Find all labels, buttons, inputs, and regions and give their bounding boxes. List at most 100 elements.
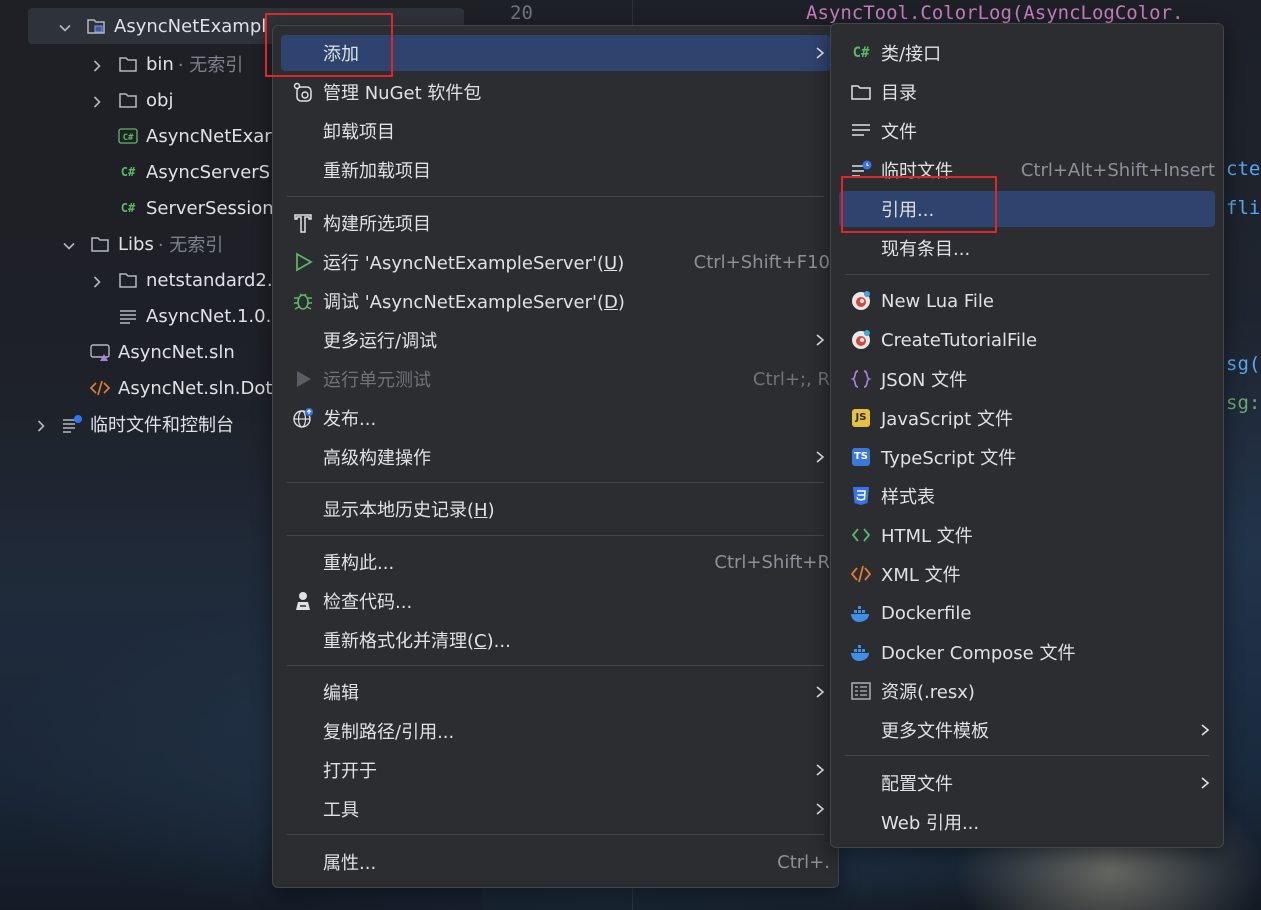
menu-item-debug[interactable]: 调试 'AsyncNetExampleServer'(D) [281, 283, 830, 319]
menu-item-publish[interactable]: 发布... [281, 400, 830, 436]
tree-item-cs-file[interactable]: C# AsyncNetExar [118, 118, 272, 154]
menu-item-properties[interactable]: 属性... Ctrl+. [281, 844, 830, 880]
csharp-file-icon: C# [120, 165, 136, 179]
chevron-right-icon[interactable] [90, 57, 104, 72]
folder-icon [118, 90, 138, 110]
folder-icon [118, 54, 138, 74]
submenu-item-xml[interactable]: XML 文件 [839, 556, 1215, 592]
tree-item-cs-file[interactable]: C# AsyncServerS [118, 154, 270, 190]
solution-icon [90, 342, 110, 362]
tree-item-cs-file[interactable]: C# ServerSession [118, 190, 274, 226]
menu-item-label: 工具 [323, 800, 359, 821]
code-fragment: sg( [1226, 353, 1261, 375]
submenu-item-dockerfile[interactable]: Dockerfile [839, 595, 1215, 631]
chevron-right-icon [816, 803, 825, 815]
menu-item-reload[interactable]: 重新加载项目 [281, 152, 830, 188]
submenu-item-lua[interactable]: New Lua File [839, 283, 1215, 319]
tree-item-libs[interactable]: Libs · 无索引 [62, 226, 223, 262]
submenu-item-config[interactable]: 配置文件 [839, 765, 1215, 801]
menu-item-more-run[interactable]: 更多运行/调试 [281, 322, 830, 358]
tree-item-dotsettings[interactable]: AsyncNet.sln.Dot [90, 370, 272, 406]
csharp-file-icon: C# [118, 126, 138, 146]
globe-publish-icon [291, 406, 315, 430]
menu-item-label: 属性... [323, 853, 377, 874]
chevron-right-icon [816, 451, 825, 463]
tree-item-scratches[interactable]: 临时文件和控制台 [34, 406, 234, 442]
submenu-item-resx[interactable]: 资源(.resx) [839, 673, 1215, 709]
menu-item-run-tests: 运行单元测试 Ctrl+;, R [281, 361, 830, 397]
inspector-icon [291, 589, 315, 613]
submenu-item-json[interactable]: JSON 文件 [839, 361, 1215, 397]
menu-item-open-in[interactable]: 打开于 [281, 752, 830, 788]
chevron-right-icon[interactable] [90, 93, 104, 108]
chevron-down-icon[interactable] [58, 19, 72, 33]
shortcut-label: Ctrl+. [777, 851, 830, 873]
menu-item-tools[interactable]: 工具 [281, 791, 830, 827]
menu-item-run[interactable]: 运行 'AsyncNetExampleServer'(U) Ctrl+Shift… [281, 244, 830, 280]
folder-icon [849, 80, 873, 104]
submenu-item-stylesheet[interactable]: 样式表 [839, 478, 1215, 514]
menu-item-advanced-build[interactable]: 高级构建操作 [281, 439, 830, 475]
menu-item-label: 重新格式化并清理(C)... [323, 631, 511, 652]
menu-item-edit[interactable]: 编辑 [281, 674, 830, 710]
folder-icon [90, 234, 110, 254]
chevron-down-icon[interactable] [62, 237, 76, 251]
tree-item-label: AsyncNetExampl [114, 15, 267, 37]
submenu-item-html[interactable]: HTML 文件 [839, 517, 1215, 553]
tree-item-netstandard[interactable]: netstandard2. [90, 262, 273, 298]
submenu-item-file[interactable]: 文件 [839, 113, 1215, 149]
menu-item-label: 样式表 [881, 487, 935, 508]
menu-separator [287, 482, 824, 483]
submenu-item-docker-compose[interactable]: Docker Compose 文件 [839, 634, 1215, 670]
tree-item-hint: · 无索引 [157, 235, 224, 256]
submenu-item-directory[interactable]: 目录 [839, 74, 1215, 110]
tree-item-label: netstandard2. [146, 269, 273, 291]
menu-item-label: TypeScript 文件 [881, 448, 1017, 469]
nuget-icon [291, 80, 315, 104]
menu-item-local-history[interactable]: 显示本地历史记录(H) [281, 491, 830, 527]
csharp-icon: C# [852, 45, 870, 61]
submenu-item-existing[interactable]: 现有条目... [839, 230, 1215, 266]
submenu-item-class[interactable]: C# 类/接口 [839, 35, 1215, 71]
menu-item-refactor[interactable]: 重构此... Ctrl+Shift+R [281, 544, 830, 580]
submenu-item-typescript[interactable]: TS TypeScript 文件 [839, 439, 1215, 475]
submenu-item-web-reference[interactable]: Web 引用... [839, 804, 1215, 840]
tree-item-label: obj [146, 89, 174, 111]
chevron-right-icon[interactable] [90, 273, 104, 288]
add-submenu: C# 类/接口 目录 文件 临时文件 Ctrl+Alt+Shift+Insert… [830, 23, 1224, 848]
chevron-right-icon[interactable] [34, 417, 48, 432]
menu-item-label: 配置文件 [881, 774, 953, 795]
menu-item-unload[interactable]: 卸载项目 [281, 113, 830, 149]
menu-item-label: HTML 文件 [881, 526, 973, 547]
menu-item-reformat[interactable]: 重新格式化并清理(C)... [281, 622, 830, 658]
scratch-file-icon [62, 414, 82, 434]
menu-item-label: 重新加载项目 [323, 161, 431, 182]
menu-item-nuget[interactable]: 管理 NuGet 软件包 [281, 74, 830, 110]
code-fragment: sg: [1226, 392, 1261, 414]
code-line: AsyncTool.ColorLog(AsyncLogColor. [806, 2, 1184, 24]
menu-item-copy-path[interactable]: 复制路径/引用... [281, 713, 830, 749]
text-file-icon [849, 119, 873, 143]
submenu-item-more-templates[interactable]: 更多文件模板 [839, 712, 1215, 748]
shortcut-label: Ctrl+Shift+F10 [693, 251, 830, 273]
code-fragment: cte [1226, 158, 1261, 180]
menu-item-build[interactable]: 构建所选项目 [281, 205, 830, 241]
line-number: 20 [510, 2, 533, 24]
menu-item-label: JavaScript 文件 [881, 409, 1013, 430]
chevron-right-icon [816, 686, 825, 698]
run-icon [291, 250, 315, 274]
menu-item-label: 显示本地历史记录(H) [323, 500, 495, 521]
menu-item-label: 现有条目... [881, 239, 971, 260]
tree-item-obj[interactable]: obj [90, 82, 173, 118]
context-menu: 添加 管理 NuGet 软件包 卸载项目 重新加载项目 构建所选项目 运行 'A… [272, 25, 839, 888]
menu-item-inspect[interactable]: 检查代码... [281, 583, 830, 619]
menu-separator [287, 196, 824, 197]
submenu-item-javascript[interactable]: JS JavaScript 文件 [839, 400, 1215, 436]
tree-item-text-file[interactable]: AsyncNet.1.0.( [118, 298, 278, 334]
submenu-item-tutorial[interactable]: CreateTutorialFile [839, 322, 1215, 358]
tree-item-bin[interactable]: bin · 无索引 [90, 46, 243, 82]
tree-item-hint: · 无索引 [177, 55, 244, 76]
menu-item-label: Dockerfile [881, 602, 972, 624]
menu-item-label: 运行单元测试 [323, 370, 431, 391]
tree-item-sln[interactable]: AsyncNet.sln [90, 334, 235, 370]
